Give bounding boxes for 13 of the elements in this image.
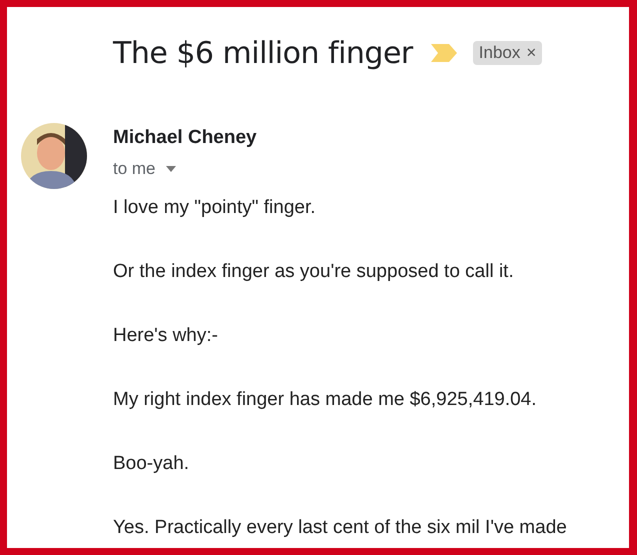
email-subject: The $6 million finger (113, 36, 413, 70)
caret-icon[interactable] (166, 166, 176, 172)
importance-marker-icon[interactable] (430, 44, 457, 62)
sender-name: Michael Cheney (113, 127, 257, 149)
body-paragraph: Yes. Practically every last cent of the six mil I've made (113, 517, 568, 539)
label-text: Inbox (478, 43, 520, 63)
body-paragraph: Boo-yah. (113, 453, 190, 475)
recipient-text: to me (113, 159, 156, 179)
body-paragraph: I love my "pointy" finger. (113, 197, 317, 219)
body-paragraph: Here's why:- (113, 325, 219, 347)
body-paragraph: Or the index finger as you're supposed to call it. (113, 261, 515, 283)
remove-label-button[interactable]: × (526, 43, 536, 63)
body-paragraph: My right index finger has made me $6,925,419.04. (113, 389, 538, 411)
